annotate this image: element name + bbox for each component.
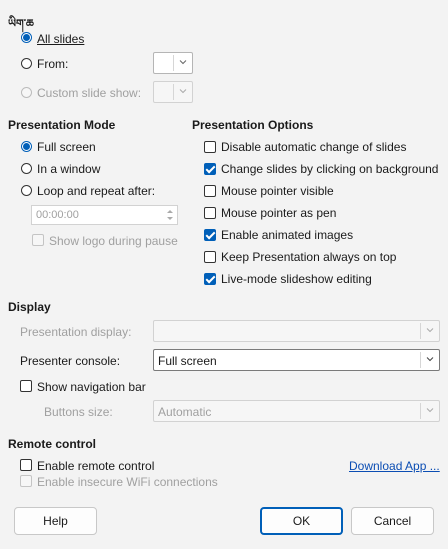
option-label[interactable]: Change slides by clicking on background — [221, 162, 438, 176]
enable-insecure-label: Enable insecure WiFi connections — [37, 475, 218, 489]
chevron-down-icon — [426, 357, 434, 362]
all-slides-label[interactable]: All slides — [37, 32, 84, 46]
option-checkbox[interactable] — [204, 141, 216, 153]
enable-remote-checkbox[interactable] — [20, 459, 32, 471]
presenter-console-select[interactable]: Full screen — [153, 349, 440, 371]
show-nav-bar-label[interactable]: Show navigation bar — [37, 380, 146, 394]
custom-slide-show-select[interactable] — [153, 81, 193, 103]
custom-slide-show-label: Custom slide show: — [37, 86, 142, 100]
presenter-console-label: Presenter console: — [20, 354, 121, 368]
presenter-console-value: Full screen — [158, 354, 217, 368]
loop-time-value: 00:00:00 — [36, 209, 79, 221]
enable-remote-label[interactable]: Enable remote control — [37, 459, 154, 473]
spinner-arrows-icon[interactable] — [163, 206, 177, 224]
ok-button[interactable]: OK — [260, 507, 343, 535]
custom-slide-show-radio[interactable] — [21, 87, 32, 98]
option-label[interactable]: Live-mode slideshow editing — [221, 272, 372, 286]
remote-control-heading: Remote control — [8, 437, 97, 451]
cancel-button[interactable]: Cancel — [351, 507, 434, 535]
presentation-display-select[interactable] — [153, 320, 440, 342]
buttons-size-label: Buttons size: — [44, 405, 113, 419]
in-window-label[interactable]: In a window — [37, 162, 100, 176]
loop-label[interactable]: Loop and repeat after: — [37, 184, 155, 198]
show-logo-checkbox[interactable] — [32, 234, 44, 246]
full-screen-radio[interactable] — [21, 141, 32, 152]
in-window-radio[interactable] — [21, 163, 32, 174]
presentation-options-heading: Presentation Options — [192, 118, 314, 132]
option-label[interactable]: Keep Presentation always on top — [221, 250, 396, 264]
chevron-down-icon — [179, 89, 187, 94]
option-checkbox[interactable] — [204, 163, 216, 175]
show-logo-label: Show logo during pause — [49, 234, 178, 248]
full-screen-label[interactable]: Full screen — [37, 140, 96, 154]
enable-insecure-checkbox[interactable] — [20, 475, 32, 487]
option-label[interactable]: Mouse pointer visible — [221, 184, 334, 198]
all-slides-radio[interactable] — [21, 32, 32, 43]
from-slide-select[interactable] — [153, 52, 193, 74]
buttons-size-select[interactable]: Automatic — [153, 400, 440, 422]
option-label[interactable]: Mouse pointer as pen — [221, 206, 336, 220]
option-checkbox[interactable] — [204, 207, 216, 219]
help-button[interactable]: Help — [14, 507, 97, 535]
show-nav-bar-checkbox[interactable] — [20, 380, 32, 392]
from-label[interactable]: From: — [37, 57, 68, 71]
loop-radio[interactable] — [21, 185, 32, 196]
option-checkbox[interactable] — [204, 229, 216, 241]
chevron-down-icon — [426, 328, 434, 333]
chevron-down-icon — [179, 60, 187, 65]
option-label[interactable]: Enable animated images — [221, 228, 353, 242]
option-checkbox[interactable] — [204, 251, 216, 263]
display-heading: Display — [8, 300, 51, 314]
buttons-size-value: Automatic — [158, 405, 212, 419]
download-app-link[interactable]: Download App ... — [349, 459, 440, 473]
option-label[interactable]: Disable automatic change of slides — [221, 140, 406, 154]
presentation-display-label: Presentation display: — [20, 325, 132, 339]
option-checkbox[interactable] — [204, 273, 216, 285]
from-radio[interactable] — [21, 58, 32, 69]
loop-time-spinner[interactable]: 00:00:00 — [31, 205, 178, 225]
presentation-mode-heading: Presentation Mode — [8, 118, 116, 132]
chevron-down-icon — [426, 408, 434, 413]
option-checkbox[interactable] — [204, 185, 216, 197]
